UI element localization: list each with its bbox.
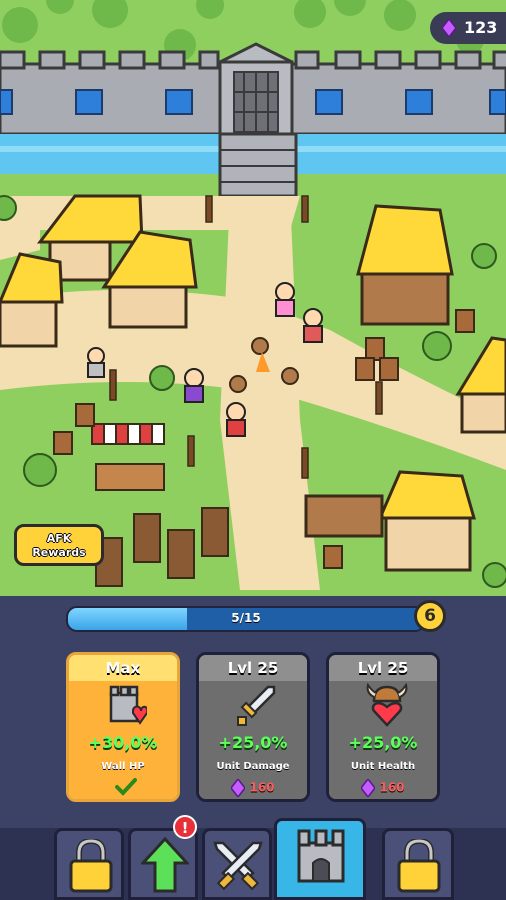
gem-icon <box>231 779 246 797</box>
tab-battle[interactable] <box>202 828 272 900</box>
viking-heart-icon <box>366 683 408 727</box>
lock-icon <box>69 839 113 893</box>
card-header: Lvl 25 <box>329 655 437 681</box>
level-badge: 6 <box>414 600 446 632</box>
card-value: +25,0% <box>348 733 418 752</box>
tab-locked-1[interactable] <box>54 828 124 900</box>
cost-value: 160 <box>379 780 405 795</box>
lock-icon <box>397 839 441 893</box>
card-name: Wall HP <box>101 761 145 772</box>
afk-label: AFK <box>46 532 72 545</box>
village-map <box>0 0 506 596</box>
gem-count: 123 <box>464 18 498 37</box>
card-name: Unit Health <box>350 761 416 772</box>
tab-upgrades[interactable]: ! <box>128 815 198 900</box>
card-value: +30,0% <box>88 733 158 752</box>
upgrade-arrow-icon <box>141 837 189 893</box>
rewards-label: Rewards <box>32 546 86 559</box>
village-scene[interactable]: 123 AFK Rewards <box>0 0 506 596</box>
tab-locked-2[interactable] <box>382 828 454 900</box>
card-header: Max <box>69 655 177 681</box>
wall-heart-icon <box>109 685 147 725</box>
level-progress-bar: 5/15 <box>66 606 426 632</box>
upgrade-card-wall-hp[interactable]: Max +30,0% Wall HP <box>66 652 180 802</box>
card-header: Lvl 25 <box>199 655 307 681</box>
cost-value: 160 <box>249 780 275 795</box>
afk-rewards-button[interactable]: AFK Rewards <box>14 524 104 566</box>
gem-icon <box>442 19 456 37</box>
notification-badge: ! <box>173 815 197 839</box>
crossed-swords-icon <box>213 841 263 891</box>
progress-text: 5/15 <box>231 611 261 625</box>
card-value: +25,0% <box>218 733 288 752</box>
upgrade-card-unit-health[interactable]: Lvl 25 +25,0% Unit Health 160 <box>326 652 440 802</box>
checkmark-icon <box>115 778 137 796</box>
gem-counter: 123 <box>430 12 506 44</box>
castle-icon <box>297 829 345 883</box>
sword-icon <box>237 685 276 726</box>
upgrade-cost: 160 <box>329 779 437 797</box>
upgrade-cost: 160 <box>199 779 307 797</box>
gem-icon <box>361 779 376 797</box>
tab-castle[interactable] <box>274 818 366 900</box>
upgrade-card-unit-damage[interactable]: Lvl 25 +25,0% Unit Damage 160 <box>196 652 310 802</box>
card-name: Unit Damage <box>216 761 290 772</box>
